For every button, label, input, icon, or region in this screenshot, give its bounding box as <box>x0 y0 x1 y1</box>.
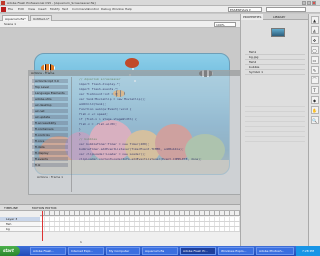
panel-empty-list <box>245 102 305 142</box>
actions-panel-header[interactable] <box>29 71 245 76</box>
actions-tree-item[interactable]: Language Elements <box>32 91 68 95</box>
tool-icon[interactable]: ◯ <box>310 46 319 54</box>
menu-debug[interactable]: Debug <box>101 6 111 13</box>
tool-icon[interactable]: ▭ <box>310 56 319 64</box>
workspace-switcher[interactable]: ESSENTIALS ▾ <box>228 7 262 12</box>
help-search-input[interactable] <box>266 7 306 12</box>
frame-ruler[interactable] <box>40 211 240 216</box>
tab-library[interactable]: LIBRARY <box>271 14 287 20</box>
actions-panel-title: Actions - Frame <box>31 71 55 75</box>
close-button[interactable] <box>312 1 316 5</box>
actions-tree-item[interactable]: Top Level <box>32 85 68 89</box>
taskbar: start Adobe Flash... Internet Expl... My… <box>0 246 320 256</box>
tool-icon[interactable]: ▲ <box>310 16 319 24</box>
tool-icon[interactable]: ⌒ <box>310 76 319 84</box>
taskbar-item[interactable]: Internet Expl... <box>68 247 104 255</box>
tab-timeline[interactable]: TIMELINE <box>2 205 20 211</box>
actions-tree-item[interactable]: fl.events <box>32 157 68 161</box>
actions-tree-item[interactable]: fl.controls <box>32 133 68 137</box>
layer-frames[interactable] <box>40 227 240 232</box>
menu-text[interactable]: Text <box>62 6 68 13</box>
menu-commands[interactable]: Commands <box>72 6 89 13</box>
properties-panel-header: PROPERTIES LIBRARY <box>241 14 309 20</box>
library-preview-thumbnail <box>271 28 285 37</box>
menu-control[interactable]: Control <box>88 6 99 13</box>
actions-tree-item[interactable]: fl.display <box>32 151 68 155</box>
document-tabs: Aquarium.fla* Untitled-1* <box>0 14 240 21</box>
clock: 7:28 PM <box>296 246 320 256</box>
taskbar-item[interactable]: My Computer <box>106 247 140 255</box>
actions-divider <box>71 77 72 192</box>
taskbar-item[interactable]: Adobe Flash... <box>30 247 66 255</box>
tab-properties[interactable]: PROPERTIES <box>241 14 264 20</box>
actions-tree-item[interactable]: adobe.utils <box>32 97 68 101</box>
menu-view[interactable]: View <box>28 6 35 13</box>
zoom-select[interactable]: 100% <box>214 22 236 27</box>
actions-toolbox-tree[interactable]: ActionScript 3.0 Top Level Language Elemen… <box>32 79 68 171</box>
tool-icon[interactable]: ◭ <box>310 26 319 34</box>
actions-panel[interactable]: Actions - Frame ActionScript 3.0 Top Leve… <box>28 70 246 195</box>
library-list[interactable]: fish1 bg.jpg fish2 bubble Symbol 1 <box>245 50 305 75</box>
actions-tree-item[interactable]: fl.accessibility <box>32 121 68 125</box>
minimize-button[interactable] <box>302 1 306 5</box>
menu-modify[interactable]: Modify <box>50 6 60 13</box>
flash-icon <box>1 7 6 12</box>
menu-file[interactable]: File <box>8 6 13 13</box>
menu-bar: File Edit View Insert Modify Text Comman… <box>0 6 320 13</box>
tool-icon[interactable]: ✎ <box>310 66 319 74</box>
edit-bar: Scene 1 100% <box>0 21 240 28</box>
tool-icon[interactable]: 🔍 <box>310 116 319 124</box>
start-button[interactable]: start <box>0 246 20 256</box>
tools-panel: ▲ ◭ ✥ ◯ ▭ ✎ ⌒ T ◆ ✋ 🔍 <box>308 14 320 246</box>
tool-icon[interactable]: ✥ <box>310 36 319 44</box>
library-item[interactable]: Symbol 1 <box>245 70 305 75</box>
taskbar-item[interactable]: Aquarium.fla <box>142 247 178 255</box>
actions-tree-item[interactable]: fl.core <box>32 139 68 143</box>
actions-tree-item[interactable]: air.net <box>32 109 68 113</box>
actions-tree-item[interactable]: fl.containers <box>32 127 68 131</box>
actions-tree-item[interactable]: air.update <box>32 115 68 119</box>
script-editor[interactable]: // Aquarium screensaver import flash.disp… <box>79 77 244 195</box>
menu-edit[interactable]: Edit <box>18 6 24 13</box>
taskbar-item[interactable]: Windows Explo... <box>218 247 254 255</box>
code-line: clipLoader.contentLoaderInfo.addEventLis… <box>79 157 202 161</box>
menu-window[interactable]: Window <box>112 6 124 13</box>
tool-icon[interactable]: T <box>310 86 319 94</box>
menu-help[interactable]: Help <box>125 6 132 13</box>
tool-icon[interactable]: ◆ <box>310 96 319 104</box>
menu-insert[interactable]: Insert <box>38 6 47 13</box>
lionfish-top <box>125 58 139 68</box>
taskbar-item[interactable]: Adobe Flash Pr... <box>180 247 216 255</box>
flash-logo-icon <box>1 1 5 5</box>
scene-label[interactable]: Scene 1 <box>4 21 16 28</box>
playhead[interactable] <box>42 211 43 241</box>
actions-tree-item[interactable]: air.desktop <box>32 103 68 107</box>
right-panels: PROPERTIES LIBRARY fish1 bg.jpg fish2 bubbl… <box>240 14 309 246</box>
tool-icon[interactable]: ✋ <box>310 106 319 114</box>
actions-tree-item[interactable]: fl.ik <box>32 163 68 167</box>
taskbar-item[interactable]: Adobe Photosh... <box>256 247 294 255</box>
current-frame: 1 <box>80 240 82 244</box>
actions-tree-item[interactable]: fl.data <box>32 145 68 149</box>
script-navigator-label[interactable]: Actions : Frame 1 <box>37 175 63 180</box>
actions-tree-item[interactable]: ActionScript 3.0 <box>32 79 68 83</box>
maximize-button[interactable] <box>307 1 311 5</box>
layer-row[interactable]: bg <box>0 227 40 232</box>
timeline-panel: TIMELINE MOTION EDITOR Layer 3 fish bg 1 <box>0 204 240 246</box>
